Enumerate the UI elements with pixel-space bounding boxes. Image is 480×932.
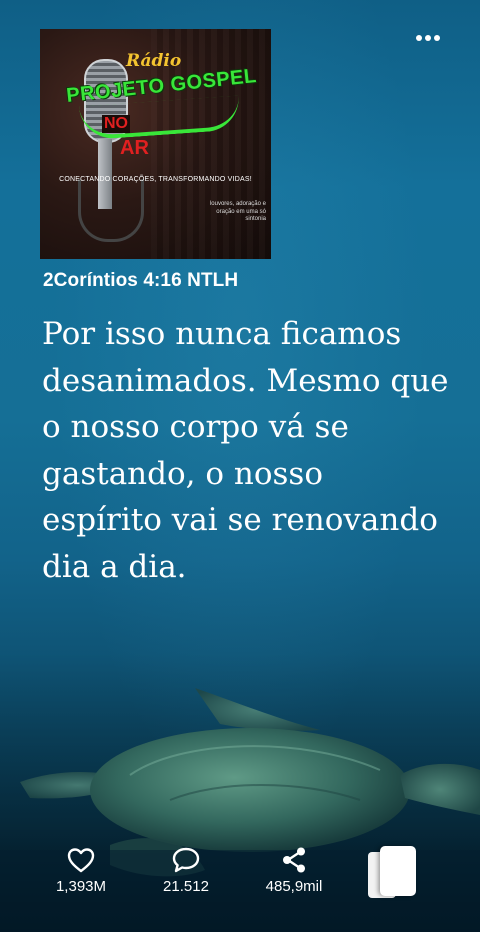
stacked-cards-icon-front [380, 846, 416, 896]
cover-ar-word: AR [120, 137, 149, 159]
comment-button[interactable]: 21.512 [151, 843, 221, 895]
comment-count: 21.512 [163, 878, 209, 895]
share-icon [283, 847, 305, 873]
comment-bubble-icon [172, 847, 200, 873]
heart-icon [67, 848, 95, 873]
verse-text: Por isso nunca ficamos desanimados. Mesm… [42, 316, 449, 585]
more-dots-icon [434, 35, 440, 41]
like-count: 1,393M [55, 878, 107, 895]
stacked-cards-button[interactable] [366, 844, 420, 900]
cover-radio-word: Rádio [126, 51, 182, 71]
like-button[interactable]: 1,393M [46, 843, 116, 895]
cover-image[interactable]: Rádio PROJETO GOSPEL NO AR CONECTANDO CO… [40, 29, 271, 259]
share-count: 485,9mil [265, 878, 323, 895]
share-button[interactable]: 485,9mil [252, 843, 336, 895]
microphone-stand [78, 179, 144, 242]
more-dots-icon [416, 35, 422, 41]
cover-tagline: CONECTANDO CORAÇÕES, TRANSFORMANDO VIDAS… [59, 176, 252, 183]
verse-reference[interactable]: 2Coríntios 4:16 NTLH [43, 270, 238, 292]
more-dots-icon [425, 35, 431, 41]
cover-small-text: louvores, adoração e oração em uma só si… [209, 201, 266, 222]
cover-no-word: NO [102, 115, 130, 133]
more-options-button[interactable] [410, 26, 446, 50]
